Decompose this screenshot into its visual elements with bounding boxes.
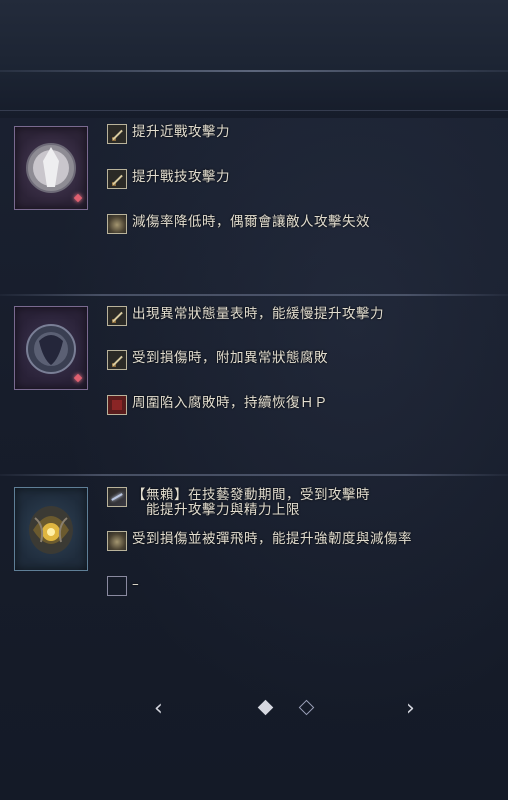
item-thumbnail-gold-relic[interactable]: [14, 487, 88, 571]
shield-icon: [107, 214, 127, 234]
shield-icon: [107, 531, 127, 551]
effect-text: –: [132, 576, 140, 592]
effect-text: 周圍陷入腐敗時，持續恢復ＨＰ: [132, 395, 328, 411]
effect-row: 減傷率降低時，偶爾會讓敵人攻擊失效: [107, 214, 370, 234]
effect-text: 提升近戰攻擊力: [132, 124, 230, 140]
sword-icon: [107, 124, 127, 144]
header-divider-lower: [0, 110, 508, 111]
sword-icon: [107, 350, 127, 370]
sword-icon: [107, 306, 127, 326]
header-divider: [0, 70, 508, 72]
effect-text: 減傷率降低時，偶爾會讓敵人攻擊失效: [132, 214, 370, 230]
effect-text: 提升戰技攻擊力: [132, 169, 230, 185]
effect-row: 提升戰技攻擊力: [107, 169, 230, 189]
gold-relic-icon: [29, 506, 73, 554]
page-indicator[interactable]: [298, 699, 315, 716]
effect-row: 【無賴】在技藝發動期間，受到攻擊時 能提升攻擊力與精力上限: [107, 487, 370, 518]
effect-text: 受到損傷並被彈飛時，能提升強韌度與減傷率: [132, 531, 412, 547]
sword-icon: [107, 169, 127, 189]
next-page-button[interactable]: ›: [406, 698, 415, 720]
red-square-icon: [107, 395, 127, 415]
effect-row: 提升近戰攻擊力: [107, 124, 230, 144]
effect-row: –: [107, 576, 139, 596]
spark-icon: [107, 487, 127, 507]
effect-text: 【無賴】在技藝發動期間，受到攻擊時 能提升攻擊力與精力上限: [132, 487, 370, 518]
effect-row: 受到損傷並被彈飛時，能提升強韌度與減傷率: [107, 531, 412, 551]
effect-row: 受到損傷時，附加異常狀態腐敗: [107, 350, 328, 370]
empty-slot-icon: [107, 576, 127, 596]
game-menu-panel: 提升近戰攻擊力 提升戰技攻擊力 減傷率降低時，偶爾會讓敵人攻擊失效 出現異常狀態…: [0, 0, 508, 800]
header-band: [0, 0, 508, 118]
effect-text: 受到損傷時，附加異常狀態腐敗: [132, 350, 328, 366]
item-thumbnail-dark-shield[interactable]: [14, 306, 88, 390]
prev-page-button[interactable]: ‹: [154, 698, 163, 720]
page-indicator-active[interactable]: [257, 699, 274, 716]
effect-text: 出現異常狀態量表時，能緩慢提升攻擊力: [132, 306, 384, 322]
section-divider: [0, 294, 508, 296]
effect-row: 周圍陷入腐敗時，持續恢復ＨＰ: [107, 395, 328, 415]
effect-row: 出現異常狀態量表時，能緩慢提升攻擊力: [107, 306, 384, 326]
section-divider: [0, 474, 508, 476]
item-thumbnail-white-shield[interactable]: [14, 126, 88, 210]
